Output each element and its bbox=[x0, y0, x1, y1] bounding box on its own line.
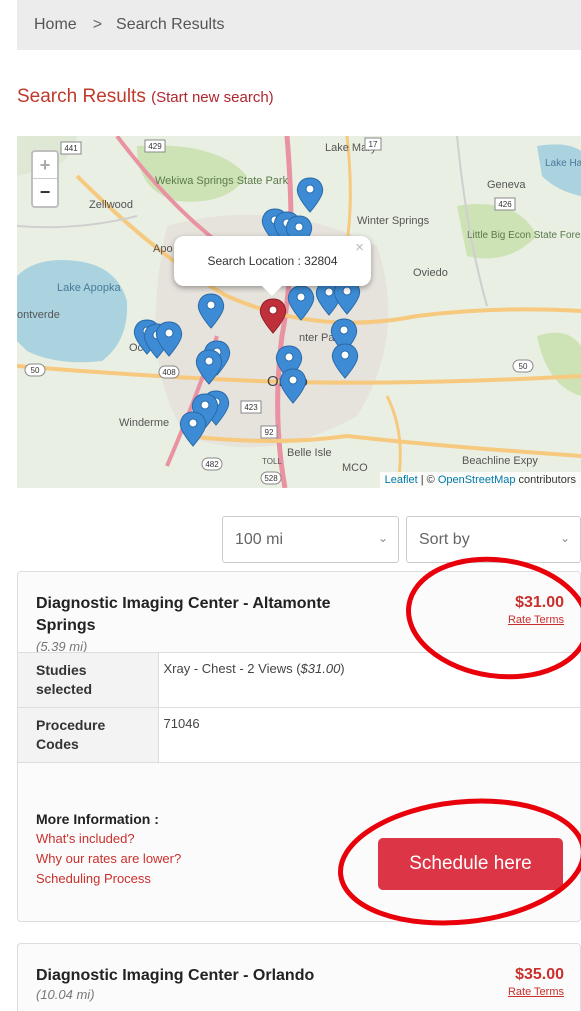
page-title: Search Results (Start new search) bbox=[17, 86, 274, 108]
svg-text:429: 429 bbox=[148, 142, 162, 151]
attribution-separator: | © bbox=[417, 474, 438, 486]
road-shield: 50 bbox=[512, 359, 534, 373]
map-marker[interactable] bbox=[296, 177, 324, 213]
road-shield: 50 bbox=[24, 363, 46, 377]
map-label-windermere: Winderme bbox=[119, 417, 169, 429]
map-label-apopka: Apo bbox=[153, 243, 173, 255]
breadcrumb-separator: > bbox=[92, 16, 103, 33]
map-label-lake-apopka: Lake Apopka bbox=[57, 282, 121, 294]
popup-text: Search Location : 32804 bbox=[207, 254, 338, 268]
svg-text:441: 441 bbox=[64, 144, 78, 153]
svg-text:528: 528 bbox=[264, 474, 278, 483]
map-label-little-big: Little Big Econ State Forest bbox=[467, 230, 581, 241]
sort-select[interactable]: Sort by ⌄ bbox=[406, 516, 581, 563]
map-label-lake-harney: Lake Harney bbox=[545, 158, 581, 169]
scheduling-process-link[interactable]: Scheduling Process bbox=[36, 869, 181, 889]
road-shield: 426 bbox=[494, 197, 516, 211]
zoom-control: + − bbox=[31, 150, 59, 208]
map-label-belle-isle: Belle Isle bbox=[287, 447, 332, 459]
details-table: Studies selected Xray - Chest - 2 Views … bbox=[18, 652, 580, 763]
road-shield: 429 bbox=[144, 139, 166, 153]
road-shield: 17 bbox=[364, 137, 382, 151]
price: $35.00 bbox=[515, 966, 564, 983]
svg-text:482: 482 bbox=[205, 460, 219, 469]
why-rates-lower-link[interactable]: Why our rates are lower? bbox=[36, 849, 181, 869]
osm-link[interactable]: OpenStreetMap bbox=[438, 474, 516, 486]
study-price: $31.00 bbox=[300, 661, 341, 676]
road-shield: 441 bbox=[60, 141, 82, 155]
map-marker[interactable] bbox=[179, 411, 207, 447]
start-new-search-link[interactable]: (Start new search) bbox=[151, 89, 274, 106]
map-label-wekiwa: Wekiwa Springs State Park bbox=[155, 175, 289, 187]
svg-text:92: 92 bbox=[265, 428, 274, 437]
table-row: Studies selected Xray - Chest - 2 Views … bbox=[18, 652, 580, 708]
svg-text:50: 50 bbox=[31, 366, 40, 375]
codes-label: Procedure Codes bbox=[18, 707, 159, 763]
distance-select[interactable]: 100 mi ⌄ bbox=[222, 516, 399, 563]
map-attribution: Leaflet | © OpenStreetMap contributors bbox=[379, 472, 581, 488]
whats-included-link[interactable]: What's included? bbox=[36, 829, 181, 849]
study-name: Xray - Chest - 2 Views ( bbox=[163, 661, 301, 676]
svg-text:426: 426 bbox=[498, 200, 512, 209]
attribution-suffix: contributors bbox=[515, 474, 576, 486]
codes-value: 71046 bbox=[158, 707, 580, 763]
result-card: Diagnostic Imaging Center - Orlando (10.… bbox=[17, 943, 581, 1011]
breadcrumb-home-link[interactable]: Home bbox=[34, 16, 77, 34]
page-title-text: Search Results bbox=[17, 86, 146, 107]
chevron-down-icon: ⌄ bbox=[559, 531, 570, 545]
studies-value: Xray - Chest - 2 Views ($31.00) bbox=[158, 652, 580, 708]
map-label-beachline: Beachline Expy bbox=[462, 455, 538, 467]
table-row: Procedure Codes 71046 bbox=[18, 707, 580, 763]
road-shield: 423 bbox=[240, 400, 262, 414]
schedule-button[interactable]: Schedule here bbox=[378, 838, 563, 890]
map-label-winter-springs: Winter Springs bbox=[357, 215, 430, 227]
chevron-down-icon: ⌄ bbox=[377, 531, 388, 545]
svg-text:50: 50 bbox=[519, 362, 528, 371]
price: $31.00 bbox=[515, 594, 564, 611]
zoom-in-button[interactable]: + bbox=[33, 152, 57, 179]
rate-terms-link[interactable]: Rate Terms bbox=[508, 614, 564, 626]
road-shield: 92 bbox=[260, 425, 278, 439]
study-close: ) bbox=[340, 661, 345, 676]
leaflet-link[interactable]: Leaflet bbox=[385, 474, 418, 486]
zoom-out-button[interactable]: − bbox=[33, 179, 57, 206]
more-information: More Information : What's included? Why … bbox=[36, 809, 181, 889]
results-map[interactable]: Lake Mary Wekiwa Springs State Park Zell… bbox=[17, 136, 581, 488]
popup-close-icon[interactable]: × bbox=[355, 239, 364, 256]
map-label-zellwood: Zellwood bbox=[89, 199, 133, 211]
map-label-mco: MCO bbox=[342, 462, 368, 474]
svg-text:408: 408 bbox=[162, 368, 176, 377]
center-name: Diagnostic Imaging Center - Altamonte Sp… bbox=[36, 595, 331, 634]
more-information-heading: More Information : bbox=[36, 811, 159, 827]
result-card: Diagnostic Imaging Center - Altamonte Sp… bbox=[17, 571, 581, 922]
center-name: Diagnostic Imaging Center - Orlando bbox=[36, 967, 315, 984]
distance-select-value: 100 mi bbox=[235, 530, 284, 548]
svg-text:423: 423 bbox=[244, 403, 258, 412]
road-shield: 408 bbox=[158, 365, 180, 379]
studies-label: Studies selected bbox=[18, 652, 159, 708]
search-location-popup: × Search Location : 32804 bbox=[174, 236, 371, 296]
sort-select-value: Sort by bbox=[419, 530, 470, 548]
map-label-oviedo: Oviedo bbox=[413, 267, 448, 279]
map-label-montverde: ontverde bbox=[17, 309, 60, 321]
center-distance: (10.04 mi) bbox=[36, 987, 95, 1002]
breadcrumb-current: Search Results bbox=[116, 16, 225, 33]
map-label-toll: TOLL bbox=[262, 457, 282, 466]
road-shield: 482 bbox=[201, 457, 223, 471]
svg-text:17: 17 bbox=[369, 140, 378, 149]
road-shield: 528 bbox=[260, 471, 282, 485]
breadcrumb: Home > Search Results bbox=[17, 0, 581, 50]
rate-terms-link[interactable]: Rate Terms bbox=[508, 986, 564, 998]
map-label-geneva: Geneva bbox=[487, 179, 526, 191]
map-tiles: Lake Mary Wekiwa Springs State Park Zell… bbox=[17, 136, 581, 488]
